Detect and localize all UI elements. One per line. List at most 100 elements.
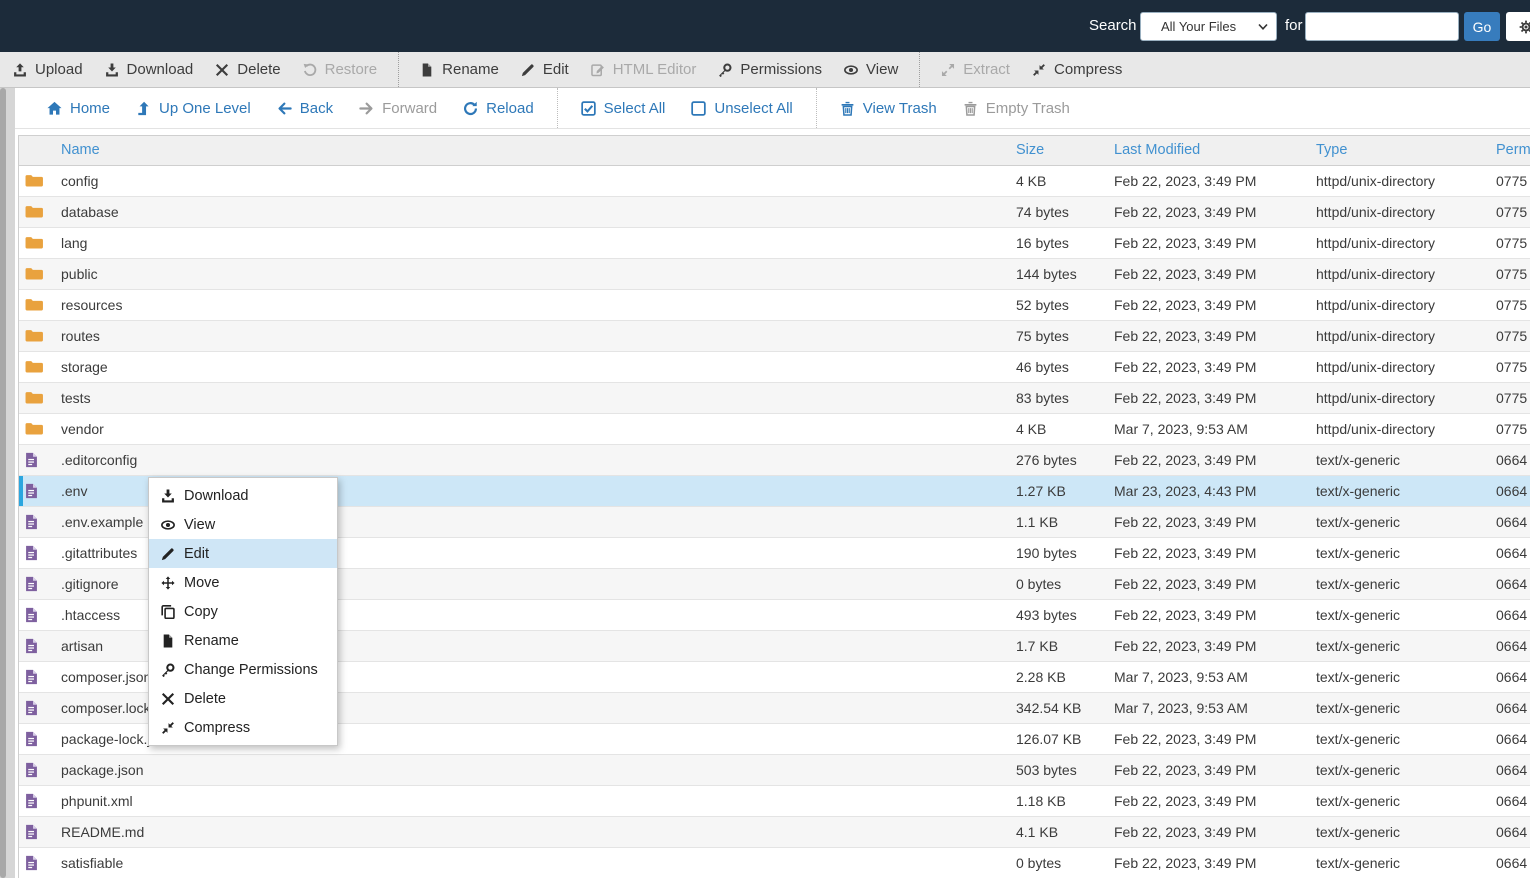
file-name: public [61, 259, 98, 289]
folder-icon [25, 328, 44, 343]
search-go-button[interactable]: Go [1464, 12, 1500, 41]
toolbar-button[interactable]: Download [94, 52, 205, 88]
file-size: 144 bytes [1016, 259, 1077, 289]
file-type: text/x-generic [1316, 817, 1400, 847]
file-icon [25, 514, 38, 530]
file-icon [25, 762, 38, 778]
column-header-last-modified[interactable]: Last Modified [1114, 136, 1200, 165]
column-header-size[interactable]: Size [1016, 136, 1044, 165]
context-menu-item[interactable]: Copy [149, 597, 337, 626]
file-size: 342.54 KB [1016, 693, 1081, 723]
context-menu-item[interactable]: Delete [149, 684, 337, 713]
file-permissions: 0664 [1496, 631, 1527, 661]
toolbar-button[interactable]: Compress [1021, 52, 1133, 88]
column-header-type[interactable]: Type [1316, 136, 1347, 165]
table-row[interactable]: satisfiable 0 bytes Feb 22, 2023, 3:49 P… [19, 848, 1530, 878]
toolbar-button[interactable]: View [833, 52, 909, 88]
search-scope-select[interactable]: All Your Files [1140, 12, 1277, 41]
toolbar-button: Restore [292, 52, 389, 88]
context-menu-item[interactable]: Change Permissions [149, 655, 337, 684]
search-scope-value: All Your Files [1161, 19, 1236, 34]
nav-button[interactable]: View Trash [827, 88, 950, 128]
context-menu-item[interactable]: View [149, 510, 337, 539]
file-last-modified: Feb 22, 2023, 3:49 PM [1114, 352, 1256, 382]
table-row[interactable]: storage 46 bytes Feb 22, 2023, 3:49 PM h… [19, 352, 1530, 383]
scrollbar-thumb[interactable] [0, 88, 6, 878]
restore-icon [303, 63, 317, 77]
file-size: 1.1 KB [1016, 507, 1058, 537]
file-permissions: 0775 [1496, 166, 1527, 196]
nav-button[interactable]: Home [34, 88, 123, 128]
nav-button[interactable]: Reload [450, 88, 547, 128]
table-row[interactable]: .editorconfig 276 bytes Feb 22, 2023, 3:… [19, 445, 1530, 476]
context-menu-item[interactable]: Download [149, 481, 337, 510]
table-row[interactable]: routes 75 bytes Feb 22, 2023, 3:49 PM ht… [19, 321, 1530, 352]
table-row[interactable]: package.json 503 bytes Feb 22, 2023, 3:4… [19, 755, 1530, 786]
table-row[interactable]: config 4 KB Feb 22, 2023, 3:49 PM httpd/… [19, 166, 1530, 197]
nav-button[interactable]: Unselect All [678, 88, 805, 128]
toolbar-button[interactable]: Delete [204, 52, 291, 88]
folder-icon [25, 266, 44, 281]
nav-button[interactable]: Select All [568, 88, 679, 128]
file-name: .gitattributes [61, 538, 137, 568]
context-menu-item[interactable]: Edit [149, 539, 337, 568]
toolbar-button[interactable]: Edit [510, 52, 580, 88]
file-name: lang [61, 228, 87, 258]
nav-button[interactable]: Back [264, 88, 346, 128]
file-last-modified: Feb 22, 2023, 3:49 PM [1114, 228, 1256, 258]
table-row[interactable]: tests 83 bytes Feb 22, 2023, 3:49 PM htt… [19, 383, 1530, 414]
file-size: 1.18 KB [1016, 786, 1066, 816]
nav-button[interactable]: Up One Level [123, 88, 264, 128]
table-row[interactable]: database 74 bytes Feb 22, 2023, 3:49 PM … [19, 197, 1530, 228]
context-menu-item[interactable]: Compress [149, 713, 337, 742]
file-manager-window: Search All Your Files for Go Upload Down… [0, 0, 1530, 878]
column-header-name[interactable]: Name [61, 136, 100, 165]
file-permissions: 0775 [1496, 321, 1527, 351]
file-size: 46 bytes [1016, 352, 1069, 382]
context-menu-item[interactable]: Rename [149, 626, 337, 655]
file-size: 1.27 KB [1016, 476, 1066, 506]
folder-icon [25, 421, 44, 436]
table-row[interactable]: lang 16 bytes Feb 22, 2023, 3:49 PM http… [19, 228, 1530, 259]
navigation-bar: Home Up One Level Back Forward Reload [0, 88, 1530, 129]
file-permissions: 0664 [1496, 848, 1527, 878]
file-permissions: 0664 [1496, 569, 1527, 599]
trash-icon [840, 101, 855, 116]
folder-icon [25, 297, 44, 312]
file-size: 52 bytes [1016, 290, 1069, 320]
folder-icon [25, 204, 44, 219]
select-all-icon [581, 101, 596, 116]
context-menu-item[interactable]: Move [149, 568, 337, 597]
table-row[interactable]: public 144 bytes Feb 22, 2023, 3:49 PM h… [19, 259, 1530, 290]
toolbar-button[interactable]: Rename [409, 52, 510, 88]
search-input[interactable] [1305, 12, 1459, 41]
toolbar-button[interactable]: Upload [2, 52, 94, 88]
file-size: 74 bytes [1016, 197, 1069, 227]
file-last-modified: Mar 23, 2023, 4:43 PM [1114, 476, 1256, 506]
table-row[interactable]: vendor 4 KB Mar 7, 2023, 9:53 AM httpd/u… [19, 414, 1530, 445]
toolbar-button[interactable]: Permissions [707, 52, 833, 88]
file-permissions: 0664 [1496, 476, 1527, 506]
file-last-modified: Feb 22, 2023, 3:49 PM [1114, 786, 1256, 816]
column-header-permissions[interactable]: Permissions [1496, 136, 1530, 165]
file-name: package.json [61, 755, 144, 785]
file-last-modified: Feb 22, 2023, 3:49 PM [1114, 848, 1256, 878]
gear-icon [1519, 20, 1530, 34]
table-row[interactable]: README.md 4.1 KB Feb 22, 2023, 3:49 PM t… [19, 817, 1530, 848]
folder-icon [25, 390, 44, 405]
back-icon [277, 101, 292, 116]
file-type: httpd/unix-directory [1316, 197, 1435, 227]
file-icon [25, 638, 38, 654]
file-name: artisan [61, 631, 103, 661]
folder-icon [25, 359, 44, 374]
top-search-bar: Search All Your Files for Go [0, 0, 1530, 52]
file-name: .env [61, 476, 87, 506]
file-icon [25, 669, 38, 685]
tree-pane-scrollbar[interactable] [0, 88, 15, 878]
view-icon [161, 518, 175, 532]
settings-button[interactable] [1506, 12, 1530, 41]
table-row[interactable]: phpunit.xml 1.18 KB Feb 22, 2023, 3:49 P… [19, 786, 1530, 817]
file-last-modified: Mar 7, 2023, 9:53 AM [1114, 414, 1248, 444]
table-row[interactable]: resources 52 bytes Feb 22, 2023, 3:49 PM… [19, 290, 1530, 321]
file-type: text/x-generic [1316, 848, 1400, 878]
